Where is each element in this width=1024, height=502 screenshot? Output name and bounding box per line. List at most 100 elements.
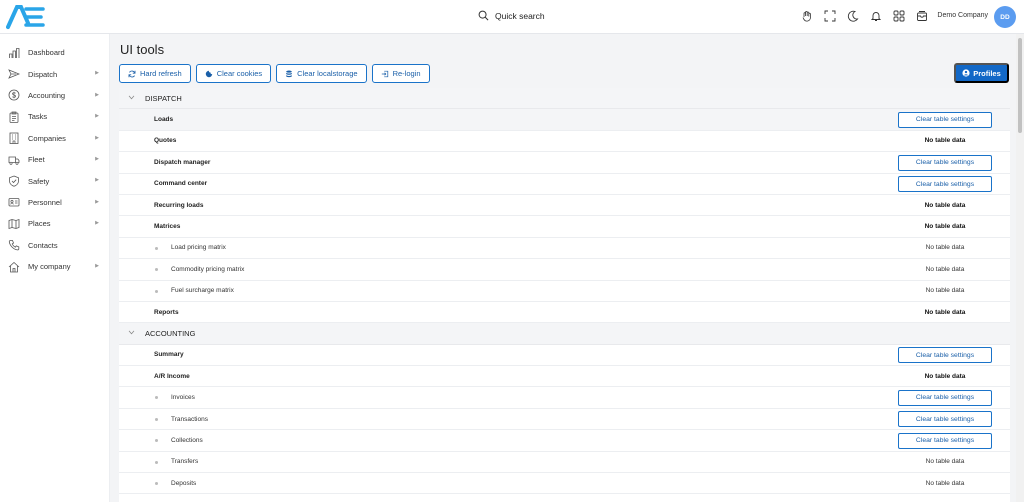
sidebar-item-label: My company bbox=[28, 262, 71, 272]
clear-table-settings-button[interactable]: Clear table settings bbox=[898, 432, 992, 449]
row-label: Deposits bbox=[171, 479, 197, 487]
hard-refresh-button[interactable]: Hard refresh bbox=[119, 64, 191, 83]
clear-cookies-button[interactable]: Clear cookies bbox=[195, 64, 272, 83]
sidebar-item-dashboard[interactable]: Dashboard bbox=[0, 42, 109, 63]
chevron-down-icon bbox=[128, 95, 136, 102]
table-row: Matrices No table data bbox=[119, 216, 1010, 238]
chevron-right-icon[interactable]: ▶ bbox=[95, 135, 99, 141]
company-name[interactable]: Demo Company bbox=[937, 12, 988, 19]
sidebar-item-companies[interactable]: Companies ▶ bbox=[0, 128, 109, 149]
clear-table-settings-button[interactable]: Clear table settings bbox=[898, 389, 992, 406]
no-table-data-text: No table data bbox=[925, 287, 965, 295]
top-bar: Quick search Demo Company DD bbox=[0, 0, 1024, 34]
sidebar-item-personnel[interactable]: Personnel ▶ bbox=[0, 192, 109, 213]
login-icon bbox=[381, 70, 388, 77]
table-row: Recurring loads No table data bbox=[119, 195, 1010, 217]
moon-icon[interactable] bbox=[847, 10, 859, 22]
row-label: Fuel surcharge matrix bbox=[171, 287, 234, 295]
grid-icon[interactable] bbox=[893, 10, 905, 22]
sidebar-item-contacts[interactable]: Contacts bbox=[0, 235, 109, 256]
truck-icon bbox=[8, 154, 20, 166]
chevron-down-icon bbox=[128, 330, 136, 337]
chevron-right-icon[interactable]: ▶ bbox=[95, 113, 99, 119]
profiles-button[interactable]: Profiles bbox=[954, 63, 1009, 83]
inbox-icon[interactable] bbox=[916, 10, 928, 22]
sidebar-item-safety[interactable]: Safety ▶ bbox=[0, 170, 109, 191]
chart-icon bbox=[8, 47, 20, 59]
sidebar-item-tasks[interactable]: Tasks ▶ bbox=[0, 106, 109, 127]
row-label: Transfers bbox=[171, 458, 199, 466]
bullet-icon bbox=[155, 482, 158, 486]
chevron-right-icon[interactable]: ▶ bbox=[95, 220, 99, 226]
dollar-icon bbox=[8, 89, 20, 101]
sidebar-item-fleet[interactable]: Fleet ▶ bbox=[0, 149, 109, 170]
clear-table-settings-button[interactable]: Clear table settings bbox=[898, 176, 992, 193]
no-table-data-text: No table data bbox=[924, 372, 966, 380]
chevron-right-icon[interactable]: ▶ bbox=[95, 92, 99, 98]
clipboard-icon bbox=[8, 111, 20, 123]
relogin-button[interactable]: Re-login bbox=[371, 64, 430, 83]
sidebar-item-label: Personnel bbox=[28, 197, 62, 207]
no-table-data-text: No table data bbox=[924, 201, 966, 209]
clear-localstorage-button[interactable]: Clear localstorage bbox=[276, 64, 367, 83]
sidebar-item-label: Tasks bbox=[28, 112, 48, 122]
row-label: Recurring loads bbox=[154, 201, 204, 209]
page-title: UI tools bbox=[120, 42, 165, 57]
user-avatar[interactable]: DD bbox=[994, 6, 1016, 28]
row-label: Matrices bbox=[154, 223, 181, 231]
bell-icon[interactable] bbox=[870, 10, 882, 22]
toolbar: Hard refresh Clear cookies Clear localst… bbox=[119, 64, 430, 83]
chevron-right-icon[interactable]: ▶ bbox=[95, 199, 99, 205]
refresh-icon bbox=[128, 70, 136, 77]
clear-localstorage-label: Clear localstorage bbox=[297, 69, 358, 78]
quick-search[interactable]: Quick search bbox=[478, 10, 545, 21]
bullet-icon bbox=[155, 417, 158, 421]
settings-panel: DISPATCH Loads Clear table settings Quotes N… bbox=[119, 88, 1010, 502]
section-header-dispatch[interactable]: DISPATCH bbox=[119, 88, 1010, 110]
sidebar-item-label: Contacts bbox=[28, 240, 58, 250]
no-table-data-text: No table data bbox=[925, 458, 965, 466]
clear-table-settings-button[interactable]: Clear table settings bbox=[898, 111, 992, 128]
sidebar-item-label: Dashboard bbox=[28, 48, 65, 58]
map-icon bbox=[8, 218, 20, 230]
hand-icon[interactable] bbox=[801, 10, 813, 22]
table-row: Fuel surcharge matrix No table data bbox=[119, 281, 1010, 302]
chevron-right-icon[interactable]: ▶ bbox=[95, 177, 99, 183]
fullscreen-icon[interactable] bbox=[824, 10, 836, 22]
sidebar-item-accounting[interactable]: Accounting ▶ bbox=[0, 85, 109, 106]
section-title: DISPATCH bbox=[145, 93, 182, 103]
sidebar-item-label: Companies bbox=[28, 133, 66, 143]
chevron-right-icon[interactable]: ▶ bbox=[95, 70, 99, 76]
search-icon bbox=[478, 10, 489, 21]
section-header-accounting[interactable]: ACCOUNTING bbox=[119, 323, 1010, 345]
row-label: Command center bbox=[154, 180, 208, 188]
sidebar-item-places[interactable]: Places ▶ bbox=[0, 213, 109, 234]
row-label: A/R Income bbox=[154, 372, 190, 380]
table-row: Command center Clear table settings bbox=[119, 174, 1010, 195]
bullet-icon bbox=[155, 396, 158, 400]
sidebar-item-my-company[interactable]: My company ▶ bbox=[0, 256, 109, 277]
sidebar-item-label: Accounting bbox=[28, 90, 66, 100]
row-label: Dispatch manager bbox=[154, 158, 211, 166]
profiles-label: Profiles bbox=[973, 68, 1001, 78]
row-label: Load pricing matrix bbox=[171, 244, 226, 252]
database-icon bbox=[286, 70, 292, 77]
table-row: Load pricing matrix No table data bbox=[119, 238, 1010, 260]
sidebar-item-dispatch[interactable]: Dispatch ▶ bbox=[0, 63, 109, 84]
row-label: Reports bbox=[154, 308, 179, 316]
no-table-data-text: No table data bbox=[925, 265, 965, 273]
clear-table-settings-button[interactable]: Clear table settings bbox=[898, 411, 992, 428]
scrollbar-thumb[interactable] bbox=[1018, 38, 1022, 133]
clear-table-settings-button[interactable]: Clear table settings bbox=[898, 347, 992, 364]
table-row: Summary Clear table settings bbox=[119, 345, 1010, 367]
row-label: Invoices bbox=[171, 394, 195, 402]
page-scrollbar[interactable] bbox=[1016, 34, 1024, 502]
chevron-right-icon[interactable]: ▶ bbox=[95, 156, 99, 162]
row-label: Loads bbox=[154, 116, 174, 124]
section-title: ACCOUNTING bbox=[145, 328, 196, 338]
sidebar-item-label: Fleet bbox=[28, 155, 45, 165]
app-logo[interactable] bbox=[6, 4, 46, 30]
chevron-right-icon[interactable]: ▶ bbox=[95, 263, 99, 269]
clear-table-settings-button[interactable]: Clear table settings bbox=[898, 154, 992, 171]
no-table-data-text: No table data bbox=[925, 479, 965, 487]
